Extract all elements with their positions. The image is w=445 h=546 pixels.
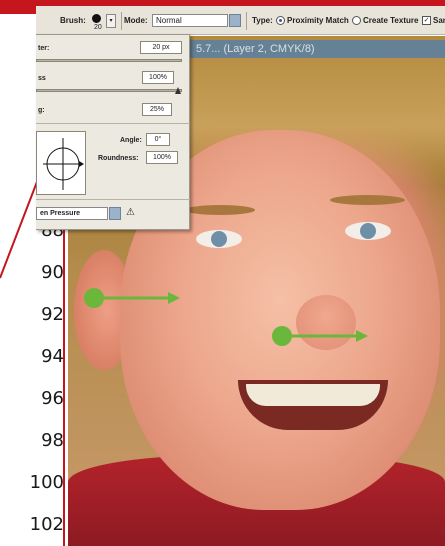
arrow-head-icon: [356, 330, 368, 342]
annotation-arrows: [84, 288, 368, 346]
arrow-origin-dot: [84, 288, 104, 308]
arrow-origin-dot: [272, 326, 292, 346]
arrow-head-icon: [168, 292, 180, 304]
